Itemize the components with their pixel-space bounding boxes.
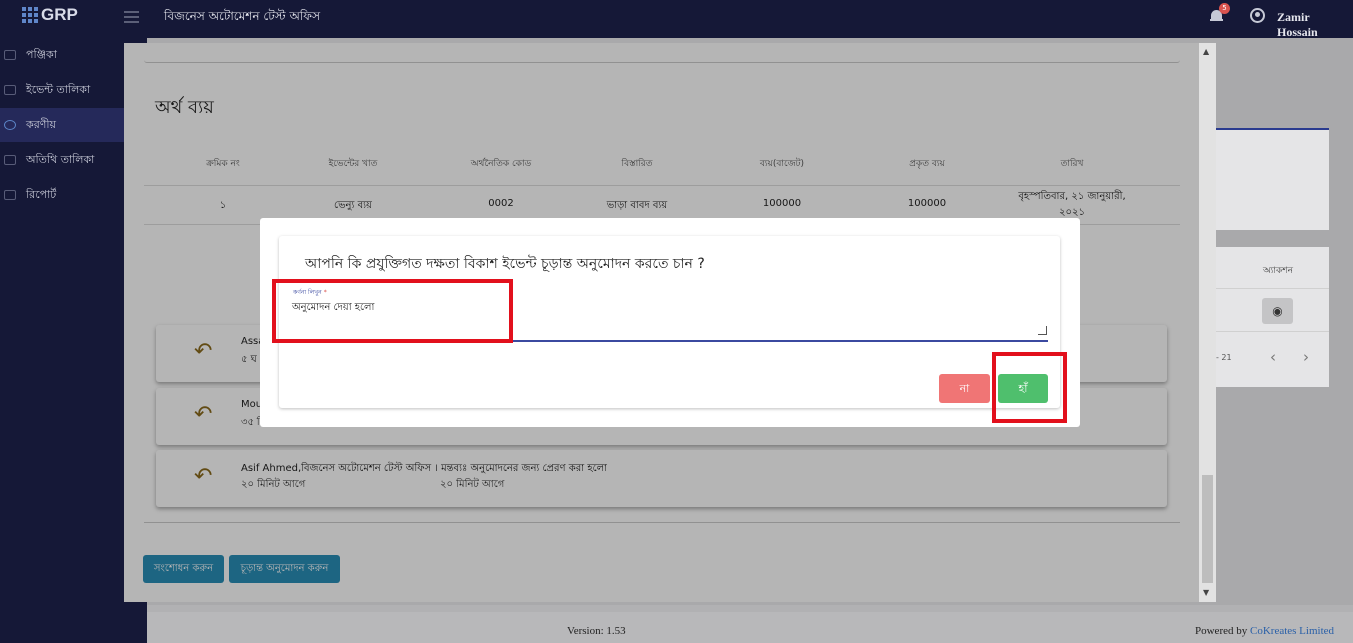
sidebar-item-report[interactable]: রিপোর্ট: [0, 178, 124, 212]
calendar-icon: [4, 50, 16, 60]
chevron-left-icon[interactable]: ‹: [1270, 348, 1276, 366]
view-eye-icon[interactable]: ◉: [1262, 298, 1293, 324]
pagination-range: - 21: [1216, 353, 1232, 362]
comment-highlight-box: [272, 279, 513, 343]
notification-badge: 5: [1219, 3, 1230, 14]
powered-prefix: Powered by: [1195, 625, 1248, 637]
check-circle-icon: [4, 120, 16, 130]
sidebar-item-event-list[interactable]: ইভেন্ট তালিকা: [0, 73, 124, 107]
user-avatar-icon[interactable]: [1250, 8, 1265, 23]
background-card: [1216, 128, 1329, 230]
logo-mark-icon: [22, 7, 38, 23]
list-icon: [4, 85, 16, 95]
report-icon: [4, 190, 16, 200]
footer: [147, 612, 1353, 643]
scroll-down-icon[interactable]: ▼: [1203, 588, 1209, 597]
logo-text: GRP: [41, 5, 78, 24]
background-table-card: অ্যাকশন ◉ - 21 ‹ ›: [1216, 247, 1329, 387]
sidebar-item-label: ইভেন্ট তালিকা: [26, 82, 91, 96]
resize-handle-icon[interactable]: [1038, 326, 1047, 335]
action-column-header: অ্যাকশন: [1263, 266, 1294, 276]
version-text: Version: 1.53: [567, 625, 626, 637]
confirm-question: আপনি কি প্রযুক্তিগত দক্ষতা বিকাশ ইভেন্ট …: [305, 256, 705, 272]
company-link[interactable]: CoKreates Limited: [1250, 625, 1334, 637]
divider: [1216, 331, 1329, 332]
user-name[interactable]: Zamir Hossain: [1277, 10, 1353, 40]
sidebar-item-todo[interactable]: করণীয়: [0, 108, 124, 142]
sidebar-item-label: করণীয়: [26, 117, 57, 131]
sidebar-item-label: অতিথি তালিকা: [26, 152, 95, 166]
scrollbar-thumb[interactable]: [1202, 475, 1213, 583]
scroll-up-icon[interactable]: ▲: [1203, 47, 1209, 56]
sidebar-item-label: রিপোর্ট: [26, 187, 57, 201]
sidebar-item-guest-list[interactable]: অতিথি তালিকা: [0, 143, 124, 177]
no-button[interactable]: না: [939, 374, 990, 403]
modal-scrollbar[interactable]: ▲ ▼: [1199, 43, 1216, 602]
top-bar: GRP বিজনেস অটোমেশন টেস্ট অফিস 5 Zamir Ho…: [0, 0, 1353, 40]
list-icon: [4, 155, 16, 165]
chevron-right-icon[interactable]: ›: [1303, 348, 1309, 366]
yes-highlight-box: [992, 352, 1067, 423]
grp-logo[interactable]: GRP: [22, 5, 78, 25]
menu-toggle-icon[interactable]: [124, 11, 139, 23]
powered-by: Powered by CoKreates Limited: [1195, 625, 1334, 637]
divider: [1216, 288, 1329, 289]
sidebar-item-label: পঞ্জিকা: [26, 47, 57, 61]
office-name: বিজনেস অটোমেশন টেস্ট অফিস: [164, 9, 321, 23]
sidebar-item-calendar[interactable]: পঞ্জিকা: [0, 38, 124, 72]
